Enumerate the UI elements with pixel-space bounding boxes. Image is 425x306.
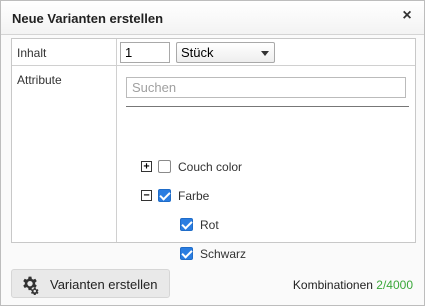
attribute-label: Attribute (17, 73, 62, 87)
divider (126, 106, 409, 107)
inhalt-row: Inhalt Stück (12, 39, 415, 66)
inhalt-label-cell: Inhalt (12, 39, 117, 65)
tree-item-farbe: − Farbe (141, 189, 281, 205)
checkbox-farbe[interactable] (158, 189, 171, 202)
checkbox-rot[interactable] (180, 218, 193, 231)
chevron-down-icon (261, 51, 269, 56)
combinations-status: Kombinationen 2/4000 (293, 278, 413, 292)
dialog-titlebar: Neue Varianten erstellen × (1, 1, 424, 35)
attribute-row: Attribute + Couch color − Farbe Rot (12, 66, 415, 261)
dialog-title: Neue Varianten erstellen (12, 11, 164, 26)
tree-item-label: Schwarz (200, 247, 247, 261)
tree-item-label: Couch color (178, 160, 243, 174)
create-variants-label: Varianten erstellen (50, 277, 158, 292)
unit-select-value: Stück (181, 45, 214, 60)
close-icon[interactable]: × (400, 8, 414, 24)
checkbox-schwarz[interactable] (180, 247, 193, 260)
tree-item-rot: Rot (180, 218, 280, 234)
combinations-count: 2/4000 (376, 278, 413, 292)
attribute-label-cell: Attribute (12, 66, 117, 242)
form-table: Inhalt Stück Attribute + Couch color − (11, 38, 416, 261)
variant-dialog: Neue Varianten erstellen × Inhalt Stück … (0, 0, 425, 306)
create-variants-button[interactable]: Varianten erstellen (11, 269, 170, 298)
search-input[interactable] (126, 77, 406, 98)
gear-icon (23, 276, 39, 295)
tree-item-label: Rot (200, 218, 219, 232)
tree-item-label: Farbe (178, 189, 210, 203)
plus-box-icon[interactable]: + (141, 161, 152, 172)
quantity-input[interactable] (120, 42, 170, 63)
unit-select[interactable]: Stück (176, 42, 275, 63)
inhalt-label: Inhalt (17, 46, 47, 60)
tree-item-schwarz: Schwarz (180, 247, 280, 263)
combinations-label: Kombinationen (292, 278, 373, 292)
checkbox-couch-color[interactable] (158, 160, 171, 173)
tree-item-couch-color: + Couch color (141, 160, 281, 176)
minus-box-icon[interactable]: − (141, 190, 152, 201)
